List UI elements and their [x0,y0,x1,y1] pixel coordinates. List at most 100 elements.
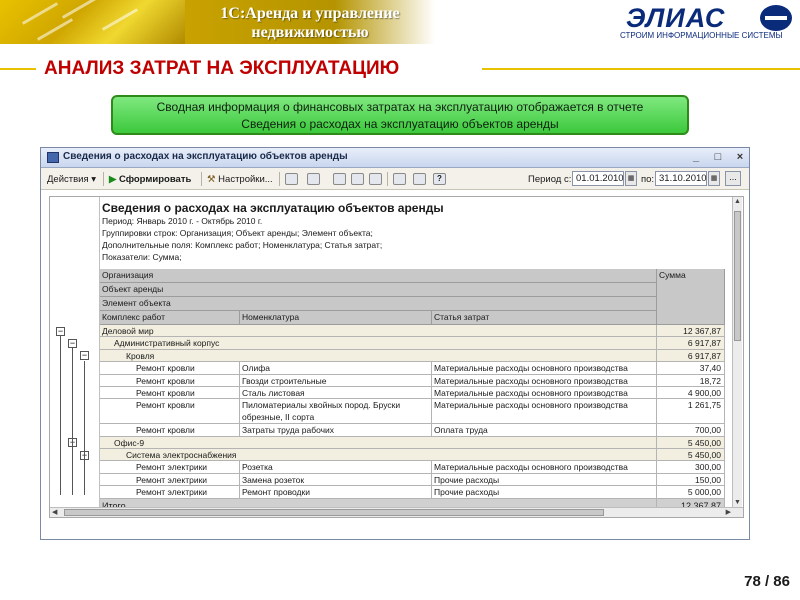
horizontal-scroll-thumb[interactable] [64,509,604,516]
table-row[interactable]: Ремонт электрики Розетка Материальные расх… [100,461,725,474]
generate-button[interactable]: ▶ Сформировать [109,172,191,187]
period-select-button[interactable]: ... [725,171,741,186]
vertical-scroll-thumb[interactable] [734,211,741,341]
divider-left [0,68,36,70]
table-row[interactable]: Ремонт электрики Замена розеток Прочие рас… [100,473,725,487]
amount-cell: 6 917,87 [657,337,725,349]
close-icon[interactable]: × [733,151,747,165]
group-icon[interactable] [307,173,320,185]
divider-right [482,68,800,70]
toolbar-separator [103,172,104,186]
table-row[interactable]: Кровля 6 917,87 [100,349,725,363]
calendar-icon[interactable]: ▦ [708,171,720,186]
report-icon [47,152,59,163]
help-icon[interactable]: ? [433,173,446,185]
amount-cell: 300,00 [657,461,725,473]
work-complex-cell: Ремонт электрики [100,486,240,498]
table-icon[interactable] [369,173,382,185]
tree-line [84,360,85,495]
vertical-scrollbar[interactable]: ▲ ▼ [732,197,742,517]
wrench-icon: ⚒ [207,174,216,185]
group-label: Кровля [100,349,657,362]
scroll-up-icon[interactable]: ▲ [734,198,741,205]
refresh-icon[interactable] [285,173,298,185]
collapse-icon[interactable]: − [56,326,65,336]
report-title: Сведения о расходах на эксплуатацию объе… [102,201,444,215]
cost-item-cell: Материальные расходы основного производс… [432,461,657,473]
table-row[interactable]: Административный корпус 6 917,87 [100,337,725,350]
table-row[interactable]: Ремонт электрики Ремонт проводки Прочие ра… [100,486,725,499]
cost-item-cell: Прочие расходы [432,486,657,498]
calendar-icon[interactable]: ▦ [625,171,637,186]
table-row[interactable]: Ремонт кровли Затраты труда рабочих Оплата… [100,424,725,437]
report-grouping: Группировки строк: Организация; Объект а… [102,228,373,238]
minimize-icon[interactable]: _ [689,151,703,165]
settings-button[interactable]: ⚒ Настройки... [207,172,273,187]
amount-cell: 5 450,00 [657,436,725,448]
amount-cell: 37,40 [657,362,725,374]
toolbar-separator [279,172,280,186]
table-row[interactable]: Офис-9 5 450,00 [100,436,725,449]
export-icon[interactable] [393,173,406,185]
amount-cell: 12 367,87 [657,325,725,337]
period-from-label: Период с: [528,174,572,185]
report-window: Сведения о расходах на эксплуатацию объе… [40,147,750,540]
cost-item-cell: Прочие расходы [432,473,657,486]
scroll-down-icon[interactable]: ▼ [734,499,741,506]
scroll-left-icon[interactable]: ◀ [52,508,57,516]
table-row[interactable]: Деловой мир 12 367,87 [100,325,725,338]
slide-title-line2: недвижимостью [251,24,369,41]
nomenclature-cell: Сталь листовая [240,387,432,399]
cost-item-cell: Материальные расходы основного производс… [432,374,657,386]
table-row[interactable]: Ремонт кровли Пиломатериалы хвойных пород… [100,399,725,425]
table-row[interactable]: Ремонт кровли Сталь листовая Материальные … [100,387,725,400]
period-to-field[interactable]: 31.10.2010 [655,171,707,186]
work-complex-cell: Ремонт кровли [100,374,240,386]
header-work-complex: Комплекс работ [100,311,240,325]
window-title: Сведения о расходах на эксплуатацию объе… [63,151,348,162]
nomenclature-cell: Гвозди строительные [240,374,432,386]
collapse-icon[interactable]: − [68,338,77,348]
nomenclature-cell: Олифа [240,362,432,374]
slide-title-line1: 1С:Аренда и управление [220,5,400,22]
work-complex-cell: Ремонт кровли [100,424,240,436]
horizontal-scrollbar[interactable]: ◀ ▶ [50,507,743,517]
cost-item-cell: Материальные расходы основного производс… [432,399,657,424]
report-period: Период: Январь 2010 г. - Октябрь 2010 г. [102,216,263,226]
nomenclature-line1: Пиломатериалы хвойных пород. Бруски [242,400,401,411]
decorative-gold-logo [0,0,185,44]
work-complex-cell: Ремонт электрики [100,461,240,473]
filter-icon[interactable] [333,173,346,185]
period-from-field[interactable]: 01.01.2010 [572,171,624,186]
nomenclature-cell: Затраты труда рабочих [240,424,432,436]
table-row[interactable]: Ремонт кровли Олифа Материальные расходы о… [100,362,725,375]
info-banner: Сводная информация о финансовых затратах… [111,95,689,135]
actions-menu[interactable]: Действия ▾ [47,172,96,187]
window-titlebar[interactable]: Сведения о расходах на эксплуатацию объе… [41,148,749,168]
banner-line2: Сведения о расходах на эксплуатацию объе… [241,117,559,131]
report-extra-fields: Дополнительные поля: Комплекс работ; Ном… [102,240,383,250]
group-label: Офис-9 [100,436,657,448]
sort-icon[interactable] [351,173,364,185]
amount-cell: 700,00 [657,424,725,436]
table-row[interactable]: Ремонт кровли Гвозди строительные Материал… [100,374,725,387]
maximize-icon[interactable]: □ [711,151,725,165]
dropdown-arrow-icon: ▾ [91,174,97,185]
collapse-icon[interactable]: − [80,351,89,361]
work-complex-cell: Ремонт кровли [100,399,240,424]
tree-line [72,348,73,495]
group-label: Система электроснабжения [100,449,657,461]
work-complex-cell: Ремонт кровли [100,362,240,374]
cost-item-cell: Материальные расходы основного производс… [432,387,657,399]
settings-label: Настройки... [218,174,273,185]
tree-column [50,197,100,517]
header-nomenclature: Номенклатура [240,311,432,325]
scroll-right-icon[interactable]: ▶ [726,508,731,516]
toolbar-separator [201,172,202,186]
slide-title: 1С:Аренда и управление недвижимостью [185,0,435,44]
table-row[interactable]: Система электроснабжения 5 450,00 [100,449,725,462]
nomenclature-cell: Розетка [240,461,432,473]
print-icon[interactable] [413,173,426,185]
banner-line1: Сводная информация о финансовых затратах… [156,100,644,114]
actions-label: Действия [47,174,89,185]
